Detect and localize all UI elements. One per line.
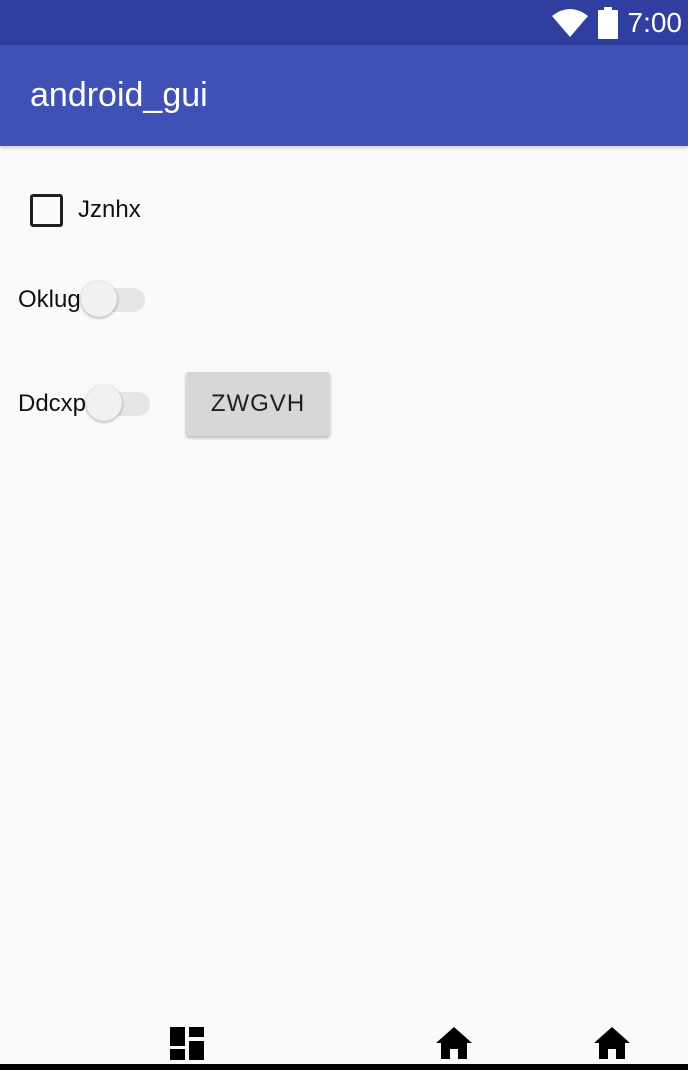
wifi-icon: [551, 8, 588, 37]
switch-row-oklug: Oklug: [18, 280, 147, 320]
switch-label: Oklug: [18, 286, 81, 313]
home-icon[interactable]: [436, 1027, 472, 1059]
nav-bar-edge: [0, 1064, 688, 1070]
switch-label: Ddcxp: [18, 390, 87, 417]
switch-thumb: [80, 281, 117, 317]
status-bar: 7:00: [0, 0, 688, 45]
battery-icon: [597, 6, 618, 39]
checkbox-label: Jznhx: [78, 196, 141, 223]
toggle-switch[interactable]: [86, 384, 152, 424]
switch-thumb: [86, 385, 123, 421]
checkbox-box[interactable]: [30, 193, 63, 227]
status-time: 7:00: [627, 7, 683, 38]
toggle-switch[interactable]: [80, 280, 147, 320]
status-icons: 7:00: [551, 0, 683, 45]
app-bar: android_gui: [0, 45, 688, 146]
checkbox-jznhx[interactable]: Jznhx: [30, 193, 141, 227]
switch-row-ddcxp: Ddcxp: [18, 384, 152, 424]
zwgvh-button[interactable]: ZWGVH: [186, 372, 330, 436]
app-title: android_gui: [30, 76, 208, 114]
dashboard-icon[interactable]: [170, 1027, 204, 1060]
home-icon[interactable]: [594, 1027, 630, 1059]
